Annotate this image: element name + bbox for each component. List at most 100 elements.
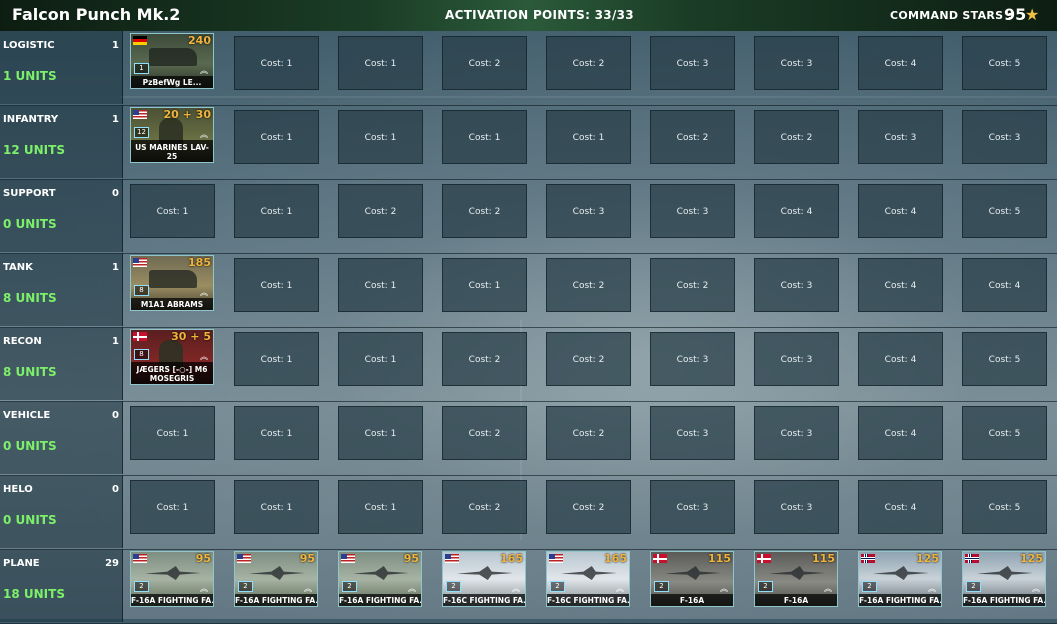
empty-slot[interactable]: Cost: 2 xyxy=(650,258,735,312)
empty-slot[interactable]: Cost: 3 xyxy=(754,480,839,534)
jet-silhouette xyxy=(353,566,409,580)
empty-slot[interactable]: Cost: 1 xyxy=(338,258,423,312)
empty-slot[interactable]: Cost: 1 xyxy=(234,332,319,386)
empty-slot[interactable]: Cost: 1 xyxy=(130,184,215,238)
category-row-support: SUPPORT 0 0 UNITS Cost: 1 Cost: 1 Cost: 2 Cost… xyxy=(0,179,1057,254)
empty-slot[interactable]: Cost: 1 xyxy=(546,110,631,164)
slot-cost: Cost: 4 xyxy=(884,281,917,291)
empty-slot[interactable]: Cost: 2 xyxy=(442,184,527,238)
unit-card[interactable]: 165 2 ︽ F-16C FIGHTING FA... xyxy=(546,551,630,607)
category-header[interactable]: INFANTRY 1 12 UNITS xyxy=(0,105,123,178)
veterancy-chevron-icon: ︽ xyxy=(616,584,624,593)
empty-slot[interactable]: Cost: 4 xyxy=(858,184,943,238)
unit-card[interactable]: 95 2 ︽ F-16A FIGHTING FA... xyxy=(338,551,422,607)
empty-slot[interactable]: Cost: 2 xyxy=(442,406,527,460)
empty-slot[interactable]: Cost: 2 xyxy=(546,406,631,460)
empty-slot[interactable]: Cost: 4 xyxy=(858,480,943,534)
unit-card[interactable]: 115 2 ︽ F-16A xyxy=(650,551,734,607)
empty-slot[interactable]: Cost: 1 xyxy=(130,406,215,460)
empty-slot[interactable]: Cost: 1 xyxy=(234,480,319,534)
empty-slot[interactable]: Cost: 1 xyxy=(338,332,423,386)
empty-slot[interactable]: Cost: 4 xyxy=(858,332,943,386)
category-header[interactable]: RECON 1 8 UNITS xyxy=(0,327,123,400)
unit-card[interactable]: 20 + 30 12 ︽ US MARINES LAV-25 xyxy=(130,107,214,163)
unit-card[interactable]: 125 2 ︽ F-16A FIGHTING FA... xyxy=(962,551,1046,607)
empty-slot[interactable]: Cost: 5 xyxy=(962,184,1047,238)
slot-cost: Cost: 1 xyxy=(156,503,189,513)
unit-card[interactable]: 185 8 ︽ M1A1 ABRAMS xyxy=(130,255,214,311)
unit-card[interactable]: 95 2 ︽ F-16A FIGHTING FA... xyxy=(234,551,318,607)
empty-slot[interactable]: Cost: 1 xyxy=(234,184,319,238)
empty-slot[interactable]: Cost: 5 xyxy=(962,332,1047,386)
flag-icon xyxy=(757,554,771,563)
slot-cost: Cost: 1 xyxy=(572,133,605,143)
category-header[interactable]: VEHICLE 0 0 UNITS xyxy=(0,401,123,474)
empty-slot[interactable]: Cost: 5 xyxy=(962,36,1047,90)
unit-name: JÆGERS [-○-] M6 MOSEGRIS xyxy=(136,365,208,383)
slot-cost: Cost: 2 xyxy=(468,355,501,365)
empty-slot[interactable]: Cost: 4 xyxy=(858,36,943,90)
empty-slot[interactable]: Cost: 1 xyxy=(338,480,423,534)
unit-card[interactable]: 125 2 ︽ F-16A FIGHTING FA... xyxy=(858,551,942,607)
flag-icon xyxy=(965,554,979,563)
flag-icon xyxy=(237,554,251,563)
unit-quantity: 2 xyxy=(654,581,669,592)
unit-name: F-16C FIGHTING FA... xyxy=(547,596,629,605)
unit-card[interactable]: 165 2 ︽ F-16C FIGHTING FA... xyxy=(442,551,526,607)
empty-slot[interactable]: Cost: 3 xyxy=(650,332,735,386)
unit-price: 95 xyxy=(299,552,315,565)
empty-slot[interactable]: Cost: 2 xyxy=(754,110,839,164)
empty-slot[interactable]: Cost: 1 xyxy=(234,258,319,312)
unit-card[interactable]: 95 2 ︽ F-16A FIGHTING FA... xyxy=(130,551,214,607)
jet-silhouette xyxy=(145,566,201,580)
empty-slot[interactable]: Cost: 2 xyxy=(546,36,631,90)
unit-card[interactable]: 115 2 ︽ F-16A xyxy=(754,551,838,607)
empty-slot[interactable]: Cost: 3 xyxy=(754,36,839,90)
unit-card[interactable]: 30 + 5 8 ︽ JÆGERS [-○-] M6 MOSEGRIS xyxy=(130,329,214,385)
empty-slot[interactable]: Cost: 4 xyxy=(962,258,1047,312)
empty-slot[interactable]: Cost: 2 xyxy=(650,110,735,164)
empty-slot[interactable]: Cost: 1 xyxy=(442,258,527,312)
empty-slot[interactable]: Cost: 1 xyxy=(234,406,319,460)
empty-slot[interactable]: Cost: 1 xyxy=(338,110,423,164)
slot-cost: Cost: 3 xyxy=(676,59,709,69)
empty-slot[interactable]: Cost: 2 xyxy=(546,258,631,312)
empty-slot[interactable]: Cost: 3 xyxy=(754,406,839,460)
empty-slot[interactable]: Cost: 5 xyxy=(962,406,1047,460)
empty-slot[interactable]: Cost: 3 xyxy=(754,332,839,386)
category-header[interactable]: TANK 1 8 UNITS xyxy=(0,253,123,326)
empty-slot[interactable]: Cost: 3 xyxy=(962,110,1047,164)
empty-slot[interactable]: Cost: 3 xyxy=(650,184,735,238)
empty-slot[interactable]: Cost: 5 xyxy=(962,480,1047,534)
empty-slot[interactable]: Cost: 1 xyxy=(338,36,423,90)
empty-slot[interactable]: Cost: 1 xyxy=(130,480,215,534)
empty-slot[interactable]: Cost: 1 xyxy=(234,36,319,90)
empty-slot[interactable]: Cost: 3 xyxy=(650,406,735,460)
empty-slot[interactable]: Cost: 2 xyxy=(442,332,527,386)
category-header[interactable]: HELO 0 0 UNITS xyxy=(0,475,123,548)
empty-slot[interactable]: Cost: 1 xyxy=(442,110,527,164)
empty-slot[interactable]: Cost: 4 xyxy=(858,258,943,312)
empty-slot[interactable]: Cost: 2 xyxy=(546,480,631,534)
category-header[interactable]: PLANE 29 18 UNITS xyxy=(0,549,123,622)
empty-slot[interactable]: Cost: 3 xyxy=(546,184,631,238)
category-header[interactable]: LOGISTIC 1 1 UNITS xyxy=(0,31,123,104)
empty-slot[interactable]: Cost: 1 xyxy=(234,110,319,164)
empty-slot[interactable]: Cost: 4 xyxy=(754,184,839,238)
empty-slot[interactable]: Cost: 3 xyxy=(650,36,735,90)
unit-card[interactable]: 240 1 ︽ PzBefWg LE... xyxy=(130,33,214,89)
empty-slot[interactable]: Cost: 3 xyxy=(858,110,943,164)
deck-title[interactable]: Falcon Punch Mk.2 xyxy=(12,5,180,24)
empty-slot[interactable]: Cost: 2 xyxy=(338,184,423,238)
empty-slot[interactable]: Cost: 2 xyxy=(442,480,527,534)
empty-slot[interactable]: Cost: 4 xyxy=(858,406,943,460)
empty-slot[interactable]: Cost: 2 xyxy=(442,36,527,90)
empty-slot[interactable]: Cost: 3 xyxy=(754,258,839,312)
empty-slot[interactable]: Cost: 2 xyxy=(546,332,631,386)
empty-slot[interactable]: Cost: 3 xyxy=(650,480,735,534)
unit-price: 125 xyxy=(916,552,939,565)
category-header[interactable]: SUPPORT 0 0 UNITS xyxy=(0,179,123,252)
jet-silhouette xyxy=(457,566,513,580)
empty-slot[interactable]: Cost: 1 xyxy=(338,406,423,460)
unit-price: 115 xyxy=(708,552,731,565)
